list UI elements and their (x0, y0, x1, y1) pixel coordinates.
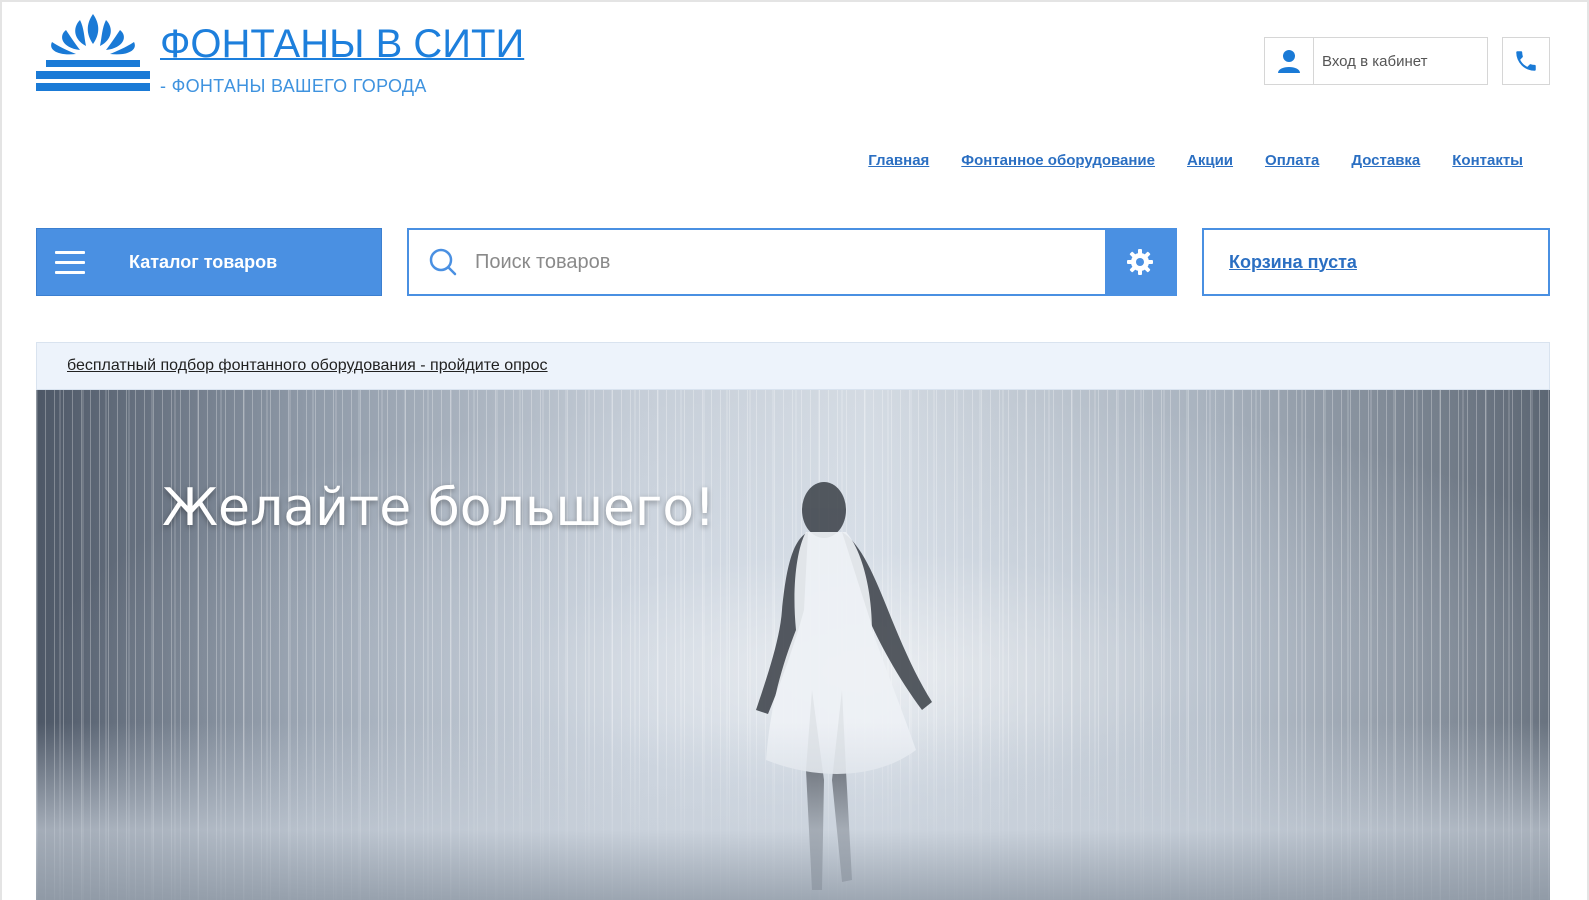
site-subtitle: - ФОНТАНЫ ВАШЕГО ГОРОДА (160, 76, 427, 96)
hero-title: Желайте большего! (162, 478, 716, 538)
menu-icon (55, 250, 85, 274)
cabinet-login-label: Вход в кабинет (1322, 52, 1428, 70)
nav-item-home[interactable]: Главная (868, 152, 929, 169)
catalog-button[interactable]: Каталог товаров (36, 228, 382, 296)
main-nav: Главная Фонтанное оборудование Акции Опл… (868, 152, 1523, 169)
page: ФОНТАНЫ В СИТИ - ФОНТАНЫ ВАШЕГО ГОРОДА В… (0, 0, 1589, 900)
nav-item-contacts[interactable]: Контакты (1452, 152, 1523, 169)
search-input[interactable] (473, 249, 1057, 275)
catalog-button-label: Каталог товаров (129, 251, 278, 272)
search-icon (429, 248, 457, 276)
cabinet-login-button[interactable]: Вход в кабинет (1264, 37, 1488, 85)
promo-banner: бесплатный подбор фонтанного оборудовани… (36, 342, 1550, 390)
hero-slider[interactable]: Желайте большего! (36, 390, 1550, 900)
nav-item-delivery[interactable]: Доставка (1351, 152, 1420, 169)
hero-mist (36, 722, 1550, 900)
fountain-logo-icon (36, 14, 150, 91)
nav-item-payment[interactable]: Оплата (1265, 152, 1319, 169)
nav-item-fountain-equipment[interactable]: Фонтанное оборудование (961, 152, 1155, 169)
cart-link[interactable]: Корзина пуста (1229, 252, 1357, 273)
site-logo-link[interactable]: ФОНТАНЫ В СИТИ - ФОНТАНЫ ВАШЕГО ГОРОДА (36, 10, 524, 97)
phone-button[interactable] (1502, 37, 1550, 85)
nav-item-promotions[interactable]: Акции (1187, 152, 1233, 169)
cart-box: Корзина пуста (1202, 228, 1550, 296)
promo-survey-link[interactable]: бесплатный подбор фонтанного оборудовани… (67, 357, 548, 375)
search-bar (407, 228, 1177, 296)
site-title[interactable]: ФОНТАНЫ В СИТИ (160, 22, 524, 66)
phone-icon (1516, 51, 1536, 71)
search-settings-button[interactable] (1105, 230, 1175, 294)
user-icon (1265, 38, 1314, 84)
gear-icon (1127, 249, 1153, 275)
